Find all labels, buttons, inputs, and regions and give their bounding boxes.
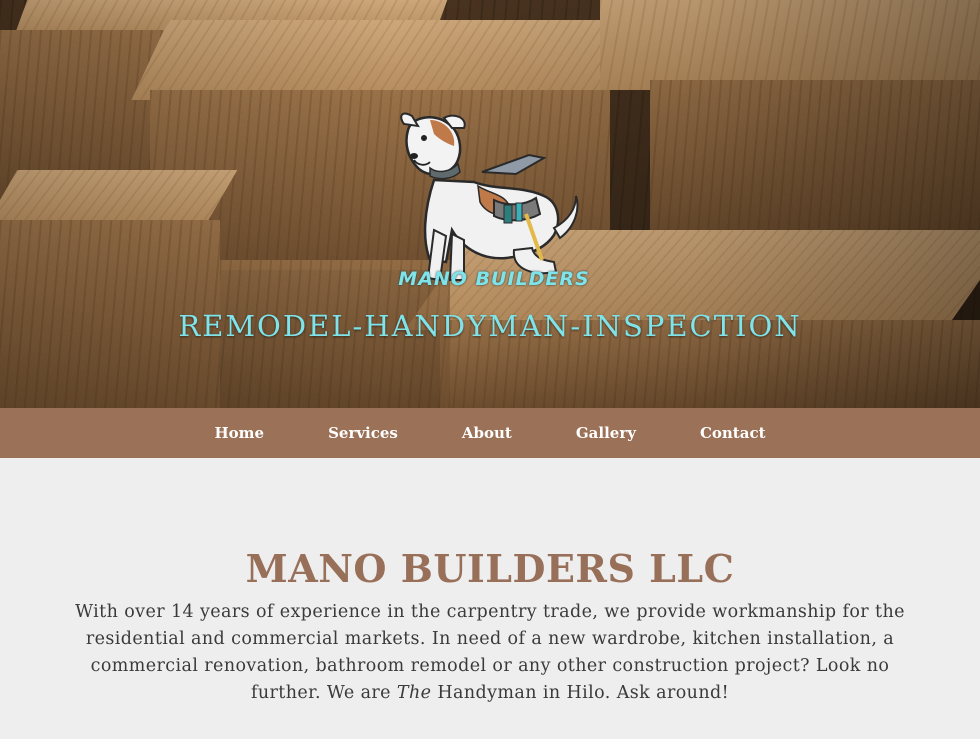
page-title: MANO BUILDERS LLC	[245, 546, 735, 591]
nav-gallery[interactable]: Gallery	[576, 424, 636, 442]
nav-services[interactable]: Services	[328, 424, 398, 442]
logo-wordmark: MANO BUILDERS	[398, 268, 590, 290]
nav-contact[interactable]: Contact	[700, 424, 766, 442]
hero-banner: MANO BUILDERS REMODEL-HANDYMAN-INSPECTIO…	[0, 0, 980, 408]
hero-tagline: REMODEL-HANDYMAN-INSPECTION	[178, 309, 802, 343]
intro-paragraph: With over 14 years of experience in the …	[60, 599, 920, 707]
intro-section: MANO BUILDERS LLC With over 14 years of …	[0, 458, 980, 707]
main-nav: Home Services About Gallery Contact	[0, 408, 980, 458]
nav-about[interactable]: About	[462, 424, 512, 442]
intro-text-end: Handyman in Hilo. Ask around!	[431, 683, 730, 703]
nav-home[interactable]: Home	[214, 424, 264, 442]
intro-emphasis: The	[396, 683, 432, 703]
